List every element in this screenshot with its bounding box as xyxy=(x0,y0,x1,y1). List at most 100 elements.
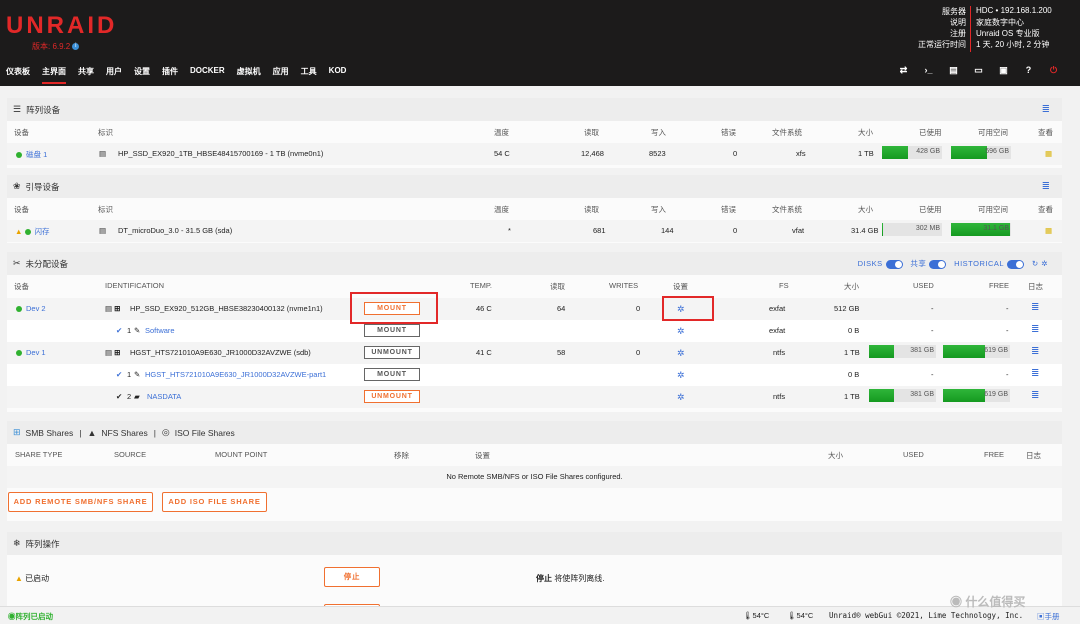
flash-link[interactable]: 闪存 xyxy=(35,227,50,236)
device-cell[interactable]: Dev 1 xyxy=(16,348,46,357)
pencil-icon[interactable]: ✎ xyxy=(134,370,140,379)
col-fs: 文件系统 xyxy=(772,205,802,214)
device-link[interactable]: Dev 1 xyxy=(26,348,46,357)
warning-icon: ▲ xyxy=(15,574,23,583)
settings-gear-icon[interactable]: ✲ xyxy=(1041,259,1048,268)
status-dot xyxy=(16,306,22,312)
nfs-title: NFS Shares xyxy=(101,427,148,438)
temp-2: 🌡54°C xyxy=(787,611,814,620)
settings-icon[interactable]: ✲ xyxy=(677,392,685,403)
used: - xyxy=(931,326,934,335)
table-row: 磁盘 1 ▤ HP_SSD_EX920_1TB_HBSE48415700169 … xyxy=(7,143,1062,165)
size: 0 B xyxy=(848,326,860,335)
nav-docker[interactable]: DOCKER xyxy=(190,66,225,84)
power-icon[interactable]: ⏻ xyxy=(1041,65,1066,76)
watermark-logo-icon: ◉ xyxy=(950,595,963,609)
disk-link[interactable]: 磁盘 1 xyxy=(26,150,47,159)
toggle-disks[interactable] xyxy=(885,259,903,269)
fs: ntfs xyxy=(773,392,786,401)
sys-value-reg[interactable]: Unraid OS 专业版 xyxy=(976,28,1040,39)
device-cell[interactable]: Dev 2 xyxy=(16,304,46,313)
log-icon[interactable]: ▤ xyxy=(941,65,966,76)
pencil-icon[interactable]: ✎ xyxy=(134,326,140,335)
boot-device-panel: ❀ 引导设备 ≣ 设备 标识 温度 读取 写入 错误 文件系统 大小 已使用 可用空… xyxy=(7,175,1062,243)
list-view-icon[interactable]: ≣ xyxy=(1042,104,1050,115)
nav-main[interactable]: 主界面 xyxy=(42,66,66,84)
used: - xyxy=(931,304,934,313)
toggle-group: DISKS 共享 HISTORICAL ↻ ✲ xyxy=(858,258,1048,269)
info-icon[interactable]: i xyxy=(72,43,80,51)
manual-link[interactable]: ▣手册 xyxy=(1037,611,1060,622)
device-cell[interactable]: ▲ 闪存 xyxy=(15,226,50,237)
col-share-type: SHARE TYPE xyxy=(15,450,63,459)
settings-icon[interactable]: ✲ xyxy=(677,370,685,381)
device-cell[interactable]: 磁盘 1 xyxy=(16,149,47,160)
log-icon[interactable]: ≣ xyxy=(1031,302,1039,313)
col-errors: 错误 xyxy=(721,128,736,137)
used-bar: 381 GB xyxy=(869,389,936,402)
nav-vms[interactable]: 虚拟机 xyxy=(237,66,261,84)
col-temp: 温度 xyxy=(494,128,509,137)
size: 0 B xyxy=(848,370,860,379)
used-value: 381 GB xyxy=(910,347,934,354)
add-iso-share-button[interactable]: ADD ISO FILE SHARE xyxy=(162,492,267,512)
nav-plugins[interactable]: 插件 xyxy=(162,66,178,84)
nav-settings[interactable]: 设置 xyxy=(134,66,150,84)
nav-apps[interactable]: 应用 xyxy=(273,66,289,84)
browse-icon[interactable]: ▦ xyxy=(1045,226,1052,235)
col-settings: 设置 xyxy=(475,451,490,460)
folder-icon[interactable]: ▰ xyxy=(134,392,140,401)
nav-users[interactable]: 用户 xyxy=(106,66,122,84)
log-icon[interactable]: ≣ xyxy=(1031,390,1039,401)
refresh-icon[interactable]: ↻ xyxy=(1032,259,1039,268)
used-value: 302 MB xyxy=(915,225,940,232)
table-row: Dev 2 ▤ ⊞ HP_SSD_EX920_512GB_HBSE3823040… xyxy=(7,298,1062,320)
terminal-icon[interactable]: ›_ xyxy=(916,65,941,76)
nav-dashboard[interactable]: 仪表板 xyxy=(6,66,30,84)
device-link[interactable]: Dev 2 xyxy=(26,304,46,313)
writes: 0 xyxy=(636,304,641,313)
help-icon[interactable]: ? xyxy=(1016,65,1041,76)
size: 1 TB xyxy=(858,149,874,158)
log-icon[interactable]: ≣ xyxy=(1031,346,1039,357)
stop-button[interactable]: 停止 xyxy=(324,567,380,587)
nav-tools[interactable]: 工具 xyxy=(301,66,317,84)
writes: 0 xyxy=(636,348,641,357)
unmount-button[interactable]: UNMOUNT xyxy=(364,390,420,403)
free-bar: 596 GB xyxy=(951,146,1011,159)
partition-link[interactable]: HGST_HTS721010A9E630_JR1000D32AVZWE-part… xyxy=(145,370,326,379)
version-label[interactable]: 版本: 6.9.2 i xyxy=(32,41,80,52)
unmount-button[interactable]: UNMOUNT xyxy=(364,346,420,359)
mount-button[interactable]: MOUNT xyxy=(364,324,420,337)
col-reads: 读取 xyxy=(550,282,565,291)
col-free: FREE xyxy=(989,281,1010,290)
array-devices-header: ☰ 阵列设备 ≣ xyxy=(7,98,1062,121)
nav-kod[interactable]: KOD xyxy=(329,66,347,84)
unraid-logo[interactable]: UNRAID xyxy=(6,12,117,40)
footer-status: ◉阵列已启动 xyxy=(8,612,53,621)
check-icon: ✔ xyxy=(116,370,123,379)
toggle-shares[interactable] xyxy=(929,259,947,269)
partition-link[interactable]: NASDATA xyxy=(147,392,181,401)
settings-icon[interactable]: ✲ xyxy=(677,348,685,359)
log-icon[interactable]: ≣ xyxy=(1031,368,1039,379)
feedback-icon[interactable]: ▣ xyxy=(991,65,1016,76)
nav-shares[interactable]: 共享 xyxy=(78,66,94,84)
iso-title: ISO File Shares xyxy=(174,427,235,438)
browse-icon[interactable]: ▦ xyxy=(1045,149,1052,158)
list-view-icon[interactable]: ≣ xyxy=(1042,181,1050,192)
switch-icon[interactable]: ⇄ xyxy=(891,65,916,76)
add-remote-share-button[interactable]: ADD REMOTE SMB/NFS SHARE xyxy=(8,492,153,512)
toggle-historical[interactable] xyxy=(1007,259,1025,269)
partition-number: 2 xyxy=(127,392,132,401)
temp: 41 C xyxy=(476,348,492,357)
partition-link[interactable]: Software xyxy=(145,326,175,335)
monitor-icon[interactable]: ▭ xyxy=(966,65,991,76)
settings-icon[interactable]: ✲ xyxy=(677,326,685,337)
free-value: 31.1 GB xyxy=(983,225,1009,232)
writes: 8523 xyxy=(649,149,666,158)
ops-title: 阵列操作 xyxy=(25,538,60,549)
mount-button[interactable]: MOUNT xyxy=(364,368,420,381)
stop-desc-text: 将使阵列离线. xyxy=(552,574,605,583)
log-icon[interactable]: ≣ xyxy=(1031,324,1039,335)
